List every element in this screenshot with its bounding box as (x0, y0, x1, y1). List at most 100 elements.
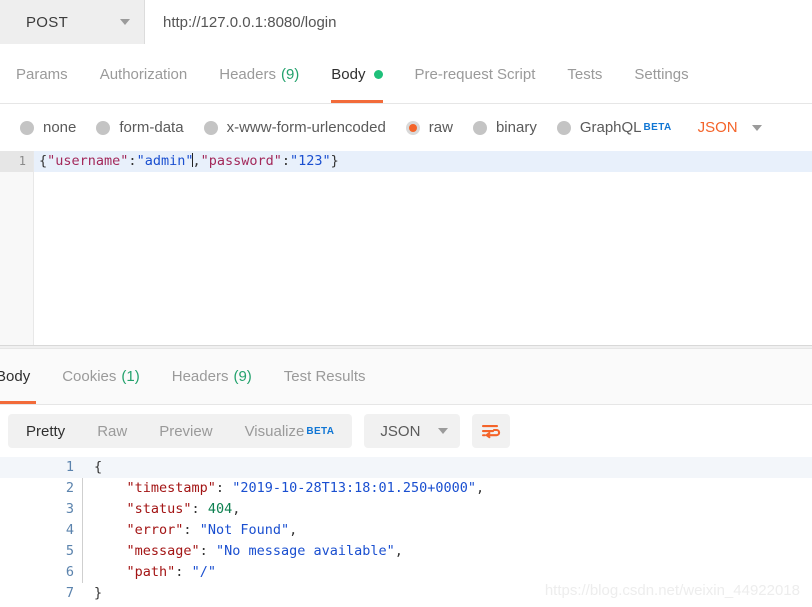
tab-headers-label: Headers (219, 65, 276, 83)
response-tab-cookies[interactable]: Cookies (1) (46, 349, 156, 404)
response-code-row: 4 "error": "Not Found", (0, 520, 812, 541)
response-toolbar: Pretty Raw Preview Visualize BETA JSON (0, 405, 812, 457)
word-wrap-icon (482, 425, 501, 439)
response-line-number: 7 (65, 585, 74, 601)
token-key-password: "password" (200, 153, 282, 169)
tab-headers[interactable]: Headers (9) (203, 45, 315, 103)
response-code-text: "error": "Not Found", (92, 520, 298, 541)
view-mode-preview-label: Preview (159, 422, 213, 440)
body-type-raw[interactable]: raw (398, 119, 461, 136)
token-comma: , (192, 153, 201, 169)
body-filled-dot-icon (373, 69, 383, 79)
json-value: "Not Found" (199, 522, 290, 538)
radio-icon (556, 120, 571, 135)
tab-tests-label: Tests (567, 65, 603, 83)
json-separator: : (183, 522, 200, 538)
code-fold-guide (82, 520, 92, 541)
tab-body-label: Body (331, 65, 366, 83)
json-separator: : (191, 501, 208, 517)
watermark-text: https://blog.csdn.net/weixin_44922018 (544, 582, 800, 599)
token-colon-2: : (281, 153, 291, 169)
json-punctuation: , (289, 522, 298, 538)
json-punctuation: { (94, 459, 103, 475)
chevron-down-icon (438, 428, 449, 434)
response-code-row: 5 "message": "No message available", (0, 541, 812, 562)
code-fold-guide (82, 562, 92, 583)
radio-selected-icon (405, 120, 420, 135)
tab-authorization[interactable]: Authorization (84, 45, 204, 103)
body-type-form-data-label: form-data (119, 119, 184, 136)
request-tabs: Params Authorization Headers (9) Body Pr… (0, 44, 812, 104)
json-value: "/" (191, 564, 216, 580)
code-fold-guide (82, 457, 92, 478)
request-body-editor[interactable]: 1 {"username":"admin","password":"123"} (0, 151, 812, 345)
http-method-dropdown[interactable]: POST (0, 0, 145, 44)
tab-settings-label: Settings (634, 65, 689, 83)
response-tabs: Body Cookies (1) Headers (9) Test Result… (0, 349, 812, 405)
body-type-form-data[interactable]: form-data (88, 119, 191, 136)
view-mode-raw[interactable]: Raw (81, 416, 143, 446)
json-punctuation: , (232, 501, 241, 517)
raw-format-label: JSON (697, 119, 738, 136)
json-separator: : (215, 480, 233, 496)
request-editor-gutter: 1 (0, 151, 34, 345)
code-fold-guide (82, 583, 92, 604)
response-code-row: 1{ (0, 457, 812, 478)
graphql-beta-badge: BETA (643, 122, 672, 133)
json-key: "error" (126, 522, 184, 538)
tab-body[interactable]: Body (315, 45, 398, 103)
response-tab-headers[interactable]: Headers (9) (156, 349, 268, 404)
response-format-dropdown[interactable]: JSON (364, 414, 461, 448)
json-separator: : (175, 564, 192, 580)
response-line-number: 3 (65, 501, 74, 517)
view-mode-pretty[interactable]: Pretty (10, 416, 81, 446)
response-view-mode-group: Pretty Raw Preview Visualize BETA (8, 414, 353, 448)
tab-pre-request-script[interactable]: Pre-request Script (399, 45, 552, 103)
response-line-number: 1 (65, 459, 74, 475)
request-line-number: 1 (0, 151, 33, 172)
request-url-input[interactable]: http://127.0.0.1:8080/login (145, 0, 812, 44)
json-separator: : (199, 543, 216, 559)
token-value-admin: "admin" (136, 153, 194, 169)
json-key: "status" (126, 501, 192, 517)
body-type-binary[interactable]: binary (465, 119, 545, 136)
tab-params-label: Params (16, 65, 68, 83)
response-line-number: 2 (65, 480, 74, 496)
body-type-none-label: none (43, 119, 77, 136)
request-code-area[interactable]: {"username":"admin","password":"123"} (34, 151, 812, 345)
http-method-label: POST (26, 13, 69, 31)
tab-authorization-label: Authorization (99, 65, 188, 83)
tab-tests[interactable]: Tests (551, 45, 618, 103)
response-code-text: "timestamp": "2019-10-28T13:18:01.250+00… (92, 478, 485, 499)
response-line-number: 4 (65, 522, 74, 538)
json-punctuation: , (476, 480, 485, 496)
body-type-selector: none form-data x-www-form-urlencoded raw… (0, 104, 812, 151)
json-key: "message" (126, 543, 200, 559)
response-line-number: 5 (65, 543, 74, 559)
chevron-down-icon (751, 124, 762, 131)
request-body-line-1[interactable]: {"username":"admin","password":"123"} (34, 151, 812, 172)
token-brace-close: } (330, 153, 339, 169)
body-type-urlencoded[interactable]: x-www-form-urlencoded (196, 119, 394, 136)
body-type-graphql[interactable]: GraphQL BETA (549, 119, 680, 136)
response-tab-headers-count: (9) (233, 368, 252, 385)
view-mode-visualize[interactable]: Visualize BETA (229, 416, 351, 446)
response-tab-test-results[interactable]: Test Results (268, 349, 382, 404)
postman-window: POST http://127.0.0.1:8080/login Params … (0, 0, 812, 607)
response-code-text: } (92, 583, 102, 604)
word-wrap-button[interactable] (472, 414, 511, 448)
tab-params[interactable]: Params (0, 45, 84, 103)
token-colon-1: : (128, 153, 137, 169)
response-tab-cookies-label: Cookies (62, 368, 117, 385)
raw-format-dropdown[interactable]: JSON (698, 119, 762, 136)
tab-settings[interactable]: Settings (618, 45, 704, 103)
view-mode-preview[interactable]: Preview (143, 416, 228, 446)
json-punctuation: , (394, 543, 403, 559)
request-url-bar: POST http://127.0.0.1:8080/login (0, 0, 812, 44)
body-type-none[interactable]: none (12, 119, 84, 136)
view-mode-pretty-label: Pretty (26, 422, 66, 440)
json-value: "2019-10-28T13:18:01.250+0000" (232, 480, 477, 496)
response-format-label: JSON (380, 422, 421, 440)
response-tab-body[interactable]: Body (0, 349, 46, 404)
token-key-username: "username" (47, 153, 129, 169)
